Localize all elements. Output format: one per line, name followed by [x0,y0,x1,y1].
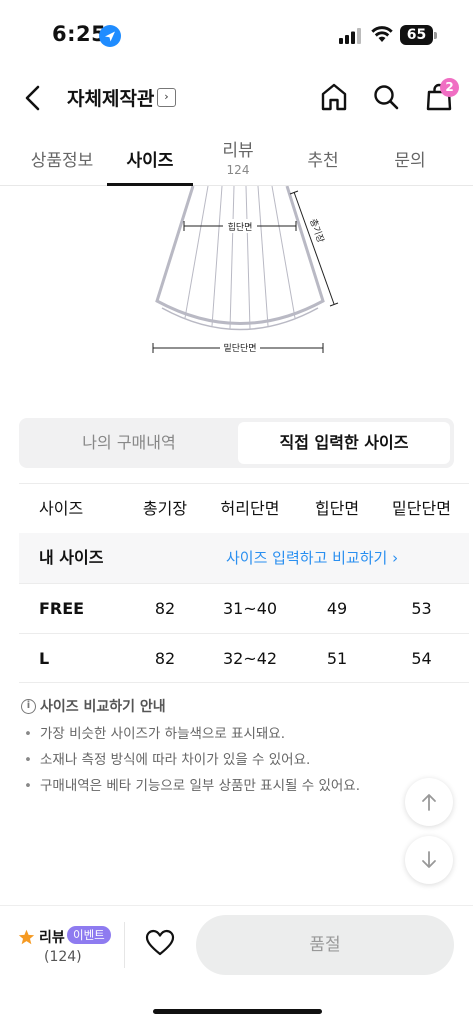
tab-label: 리뷰 [222,141,254,161]
table-cell: 54 [411,649,432,668]
shop-name-link[interactable]: 자체제작관 [67,84,154,111]
shop-arrow-icon[interactable]: › [157,88,176,107]
skirt-size-diagram: 힙단면 총기장 밑단단면 [152,186,339,355]
compare-size-link[interactable]: 사이즈 입력하고 비교하기 › [226,533,398,583]
product-tabs: 상품정보 사이즈 리뷰 124 추천 문의 [0,130,473,186]
guide-item: 가장 비슷한 사이즈가 하늘색으로 표시돼요. [21,725,451,743]
sold-out-button[interactable]: 품절 [196,915,454,975]
battery-cap [434,32,437,39]
guide-title: i 사이즈 비교하기 안내 [21,697,451,717]
hip-width-label: 힙단면 [228,222,253,233]
arrow-up-icon [422,794,436,811]
battery-indicator: 65 [400,25,433,45]
home-indicator [153,1009,322,1014]
table-row: FREE 82 31~40 49 53 [19,583,469,633]
info-icon: i [21,699,36,714]
purchase-history-toggle[interactable]: 나의 구매내역 [23,422,235,464]
my-size-label: 내 사이즈 [39,548,104,567]
table-cell: 32~42 [222,649,278,668]
tab-inquiry[interactable]: 문의 [368,130,452,186]
guide-item: 소재나 측정 방식에 따라 차이가 있을 수 있어요. [21,751,451,769]
table-cell: 82 [154,649,176,668]
total-length-label: 총기장 [307,217,326,244]
battery-level: 65 [406,27,427,43]
bottom-action-bar: 리뷰 이벤트 (124) 품절 [0,905,473,1024]
size-source-segmented-control: 나의 구매내역 직접 입력한 사이즈 [19,418,454,468]
wifi-icon [371,26,393,42]
review-count[interactable]: (124) [44,949,82,965]
event-badge: 이벤트 [67,926,111,944]
column-header: 사이즈 [39,499,84,518]
tab-label: 문의 [394,151,426,171]
column-header: 총기장 [142,499,188,518]
search-icon[interactable] [372,83,400,111]
top-nav-header: 자체제작관 › [0,72,473,124]
guide-title-text: 사이즈 비교하기 안내 [40,699,166,715]
table-cell: 82 [154,599,176,618]
tab-label: 사이즈 [126,151,174,171]
cart-count-badge: 2 [440,78,459,97]
tab-product-info[interactable]: 상품정보 [20,130,104,186]
size-table: 사이즈 총기장 허리단면 힙단면 밑단단면 내 사이즈 사이즈 입력하고 비교하… [19,483,469,683]
size-name-cell: FREE [39,599,85,618]
review-label[interactable]: 리뷰 [39,927,65,947]
hem-width-label: 밑단단면 [223,342,256,354]
cellular-signal-icon [339,28,361,44]
tab-recommend[interactable]: 추천 [283,130,363,186]
table-cell: 49 [326,599,348,618]
arrow-down-icon [422,851,436,868]
tab-review[interactable]: 리뷰 124 [196,130,280,186]
size-compare-guide: i 사이즈 비교하기 안내 가장 비슷한 사이즈가 하늘색으로 표시돼요. 소재… [21,697,451,795]
heart-icon[interactable] [145,929,175,957]
home-icon[interactable] [320,82,348,112]
back-chevron-icon[interactable] [20,82,46,114]
tab-label: 상품정보 [30,151,94,171]
size-name-cell: L [39,649,50,668]
guide-item: 구매내역은 베타 기능으로 일부 상품만 표시될 수 있어요. [21,777,451,795]
table-cell: 51 [326,649,348,668]
tab-size[interactable]: 사이즈 [107,130,193,186]
column-header: 밑단단면 [392,499,451,518]
status-bar: 6:25 65 [0,0,473,70]
scroll-to-bottom-button[interactable] [405,836,453,884]
tab-review-count: 124 [226,163,250,177]
location-arrow-icon [99,25,121,47]
my-size-row: 내 사이즈 사이즈 입력하고 비교하기 › [19,533,469,583]
column-header: 힙단면 [314,499,360,518]
divider [124,922,125,968]
entered-size-toggle[interactable]: 직접 입력한 사이즈 [238,422,450,464]
table-cell: 31~40 [222,599,278,618]
table-header-row: 사이즈 총기장 허리단면 힙단면 밑단단면 [19,483,469,533]
table-row: L 82 32~42 51 54 [19,633,469,683]
scroll-to-top-button[interactable] [405,778,453,826]
star-icon [18,929,35,945]
table-cell: 53 [411,599,432,618]
column-header: 허리단면 [220,499,280,518]
tab-label: 추천 [307,151,339,171]
